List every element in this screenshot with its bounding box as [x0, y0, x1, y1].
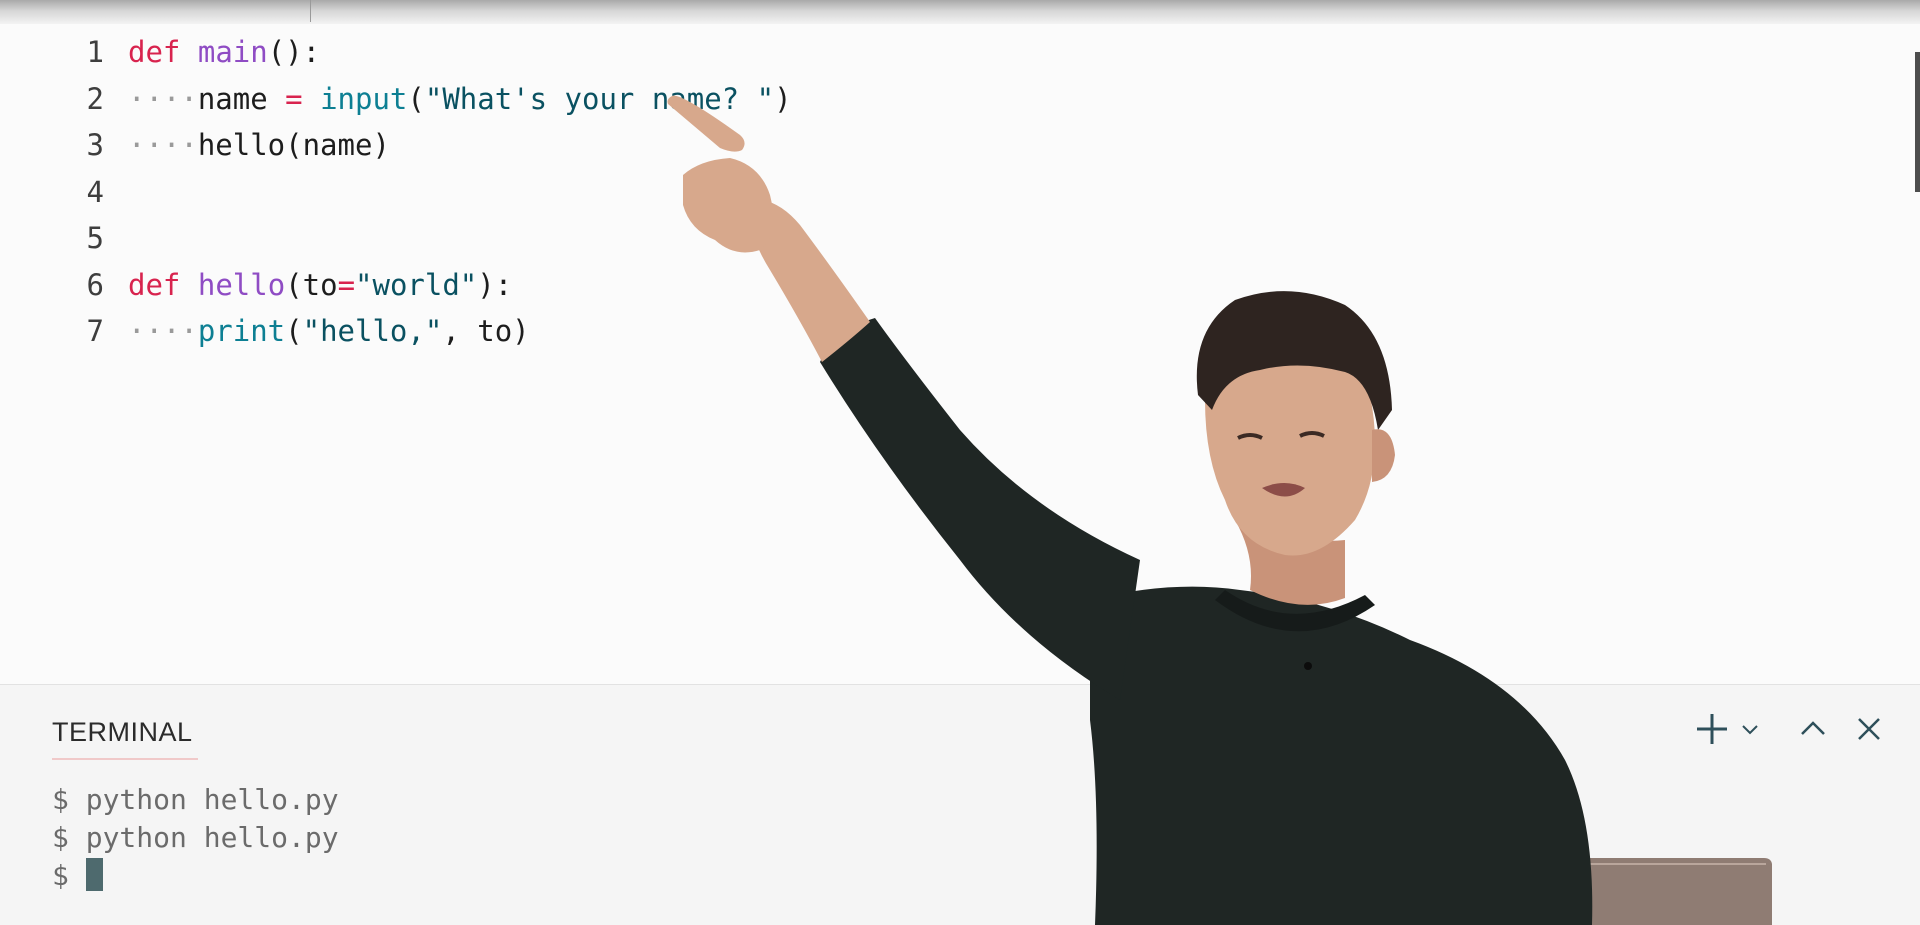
code-token: name — [197, 81, 286, 116]
terminal-line: $ python hello.py — [52, 821, 339, 854]
chevron-up-icon — [1801, 721, 1825, 735]
chevron-down-icon — [1742, 725, 1758, 735]
code-line[interactable]: 4 — [0, 172, 900, 212]
editor-tab-bar — [0, 0, 1920, 24]
code-line[interactable]: 5 — [0, 218, 900, 258]
code-token: ): — [477, 267, 513, 302]
code-token: "world" — [355, 267, 478, 302]
editor-scrollbar[interactable] — [1915, 52, 1920, 192]
code-token: = — [337, 267, 356, 302]
terminal-prompt-line[interactable]: $ — [52, 857, 103, 895]
code-token: "What's your name? " — [424, 81, 775, 116]
code-token: (): — [267, 35, 321, 69]
code-text: def hello(to="world"): — [128, 265, 512, 305]
line-number: 5 — [86, 221, 104, 255]
code-line[interactable]: 2 ····name = input("What's your name? ") — [0, 79, 900, 119]
code-token: , to) — [442, 314, 530, 348]
code-text: def main(): — [128, 32, 320, 72]
code-token: input — [320, 81, 408, 116]
code-editor[interactable]: 1 def main(): 2 ····name = input("What's yo… — [0, 24, 1920, 684]
code-line[interactable]: 7 ····print("hello,", to) — [0, 311, 900, 351]
maximize-panel-button[interactable] — [1793, 709, 1833, 749]
close-icon — [1858, 718, 1880, 740]
terminal-tab-underline — [52, 758, 198, 760]
code-text: ····hello(name) — [128, 125, 390, 165]
code-token: def — [128, 35, 181, 69]
line-number: 3 — [86, 128, 104, 162]
code-token: = — [285, 81, 303, 116]
code-token: ···· — [128, 314, 198, 348]
terminal-line: $ python hello.py — [52, 783, 339, 816]
code-text: ····print("hello,", to) — [128, 311, 530, 351]
close-panel-button[interactable] — [1849, 709, 1889, 749]
plus-icon — [1697, 714, 1727, 744]
code-token: ···· — [128, 81, 198, 116]
line-number: 6 — [86, 267, 104, 302]
code-token: ( — [285, 314, 303, 348]
code-line[interactable]: 6 def hello(to="world"): — [0, 265, 900, 305]
terminal-dropdown-button[interactable] — [1734, 709, 1766, 749]
tab-divider — [310, 0, 311, 22]
terminal-cursor — [85, 858, 103, 891]
code-token: main — [197, 35, 268, 69]
line-number: 4 — [86, 174, 104, 209]
line-number: 7 — [86, 314, 104, 348]
code-token: hello(name) — [197, 128, 390, 162]
code-token: hello — [197, 267, 286, 302]
code-line[interactable]: 3 ····hello(name) — [0, 125, 900, 165]
code-token: ) — [774, 81, 792, 116]
code-token: ( — [407, 81, 425, 116]
code-text: ····name = input("What's your name? ") — [128, 79, 792, 119]
code-token: ···· — [128, 128, 198, 162]
terminal-prompt: $ — [52, 859, 86, 892]
terminal-panel[interactable]: TERMINAL $ python hello.py $ python hell… — [0, 684, 1920, 925]
code-line[interactable]: 1 def main(): — [0, 32, 900, 72]
code-token: def — [128, 267, 181, 302]
code-token: print — [197, 314, 286, 348]
new-terminal-button[interactable] — [1692, 709, 1732, 749]
code-token: "hello," — [302, 314, 443, 348]
line-number: 2 — [86, 81, 104, 116]
terminal-tab-title[interactable]: TERMINAL — [52, 717, 193, 748]
line-number: 1 — [86, 35, 104, 69]
code-token: (to — [285, 267, 338, 302]
